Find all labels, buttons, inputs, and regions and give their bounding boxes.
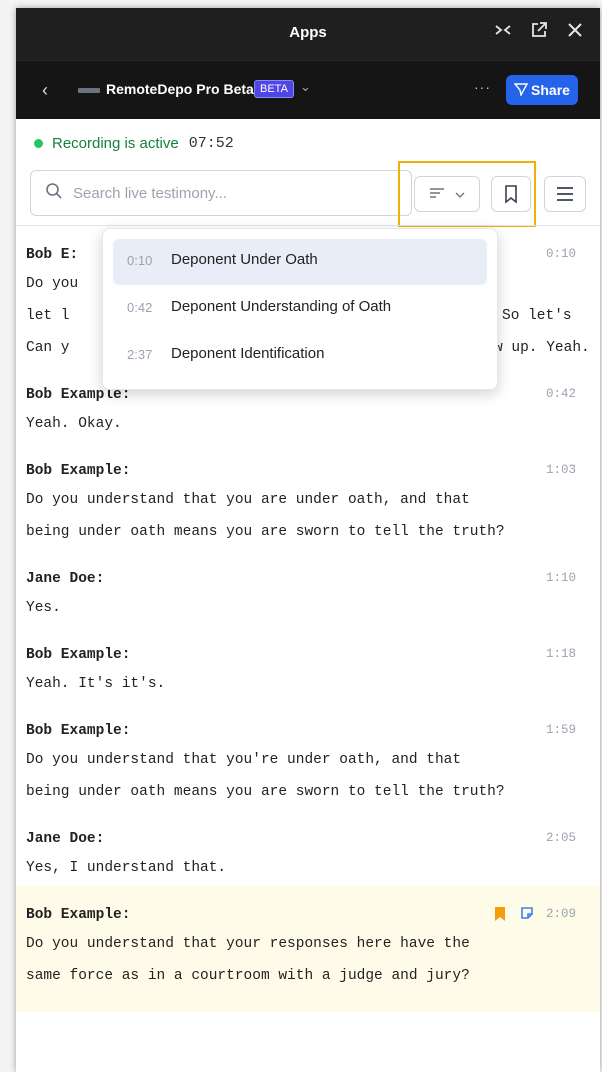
- entry-markers: [494, 906, 534, 922]
- utterance-line: Do you understand that you're under oath…: [26, 752, 462, 768]
- entry-timestamp[interactable]: 1:59: [546, 716, 576, 744]
- search-input[interactable]: [71, 179, 405, 207]
- app-name: RemoteDepo Pro Beta: [106, 81, 254, 97]
- transcript-entry[interactable]: Bob Example: 1:18 Yeah. It's it's.: [16, 626, 600, 702]
- title-bar: Apps: [16, 8, 600, 60]
- recording-dot-icon: [34, 139, 43, 148]
- transcript-entry[interactable]: Jane Doe: 1:10 Yes.: [16, 550, 600, 626]
- topic-label: Deponent Identification: [171, 345, 325, 362]
- hamburger-icon: [557, 187, 573, 201]
- close-icon[interactable]: [564, 20, 586, 42]
- bookmark-icon[interactable]: [494, 906, 506, 922]
- search-box[interactable]: [30, 170, 412, 216]
- beta-badge: BETA: [254, 80, 294, 98]
- menu-button[interactable]: [544, 176, 586, 212]
- back-icon[interactable]: ‹: [42, 80, 48, 101]
- transcript-entry[interactable]: Bob Example: 2:09 Do you understand that y…: [16, 886, 600, 1012]
- entry-timestamp[interactable]: 0:42: [546, 380, 576, 408]
- speaker-name: Bob Example:: [26, 723, 131, 739]
- apps-panel: Apps ‹ RemoteDepo Pro Beta BETA ⌄ ··· Sh…: [16, 8, 600, 1072]
- topics-list-icon: [430, 188, 445, 198]
- chevron-down-icon[interactable]: ⌄: [300, 79, 311, 95]
- utterance-line: Do you understand that your responses he…: [26, 936, 470, 952]
- utterance-line: being under oath means you are sworn to …: [26, 524, 505, 540]
- utterance-line: Yes, I understand that.: [26, 860, 227, 876]
- recording-label: Recording is active: [52, 135, 179, 152]
- entry-timestamp[interactable]: 0:10: [546, 240, 576, 268]
- utterance-line-fragment: So let's: [502, 308, 572, 324]
- bookmark-icon: [505, 185, 517, 204]
- utterance-line: Yeah. It's it's.: [26, 676, 166, 692]
- utterance-line: same force as in a courtroom with a judg…: [26, 968, 470, 984]
- search-icon: [46, 183, 62, 199]
- bookmark-button[interactable]: [491, 176, 531, 212]
- chevron-down-icon: [455, 192, 465, 198]
- recording-status: Recording is active 07:52: [34, 135, 234, 152]
- speaker-name: Jane Doe:: [26, 831, 105, 847]
- utterance-line-fragment: w up. Yeah.: [494, 340, 590, 356]
- share-button[interactable]: Share: [506, 75, 578, 105]
- utterance-line: Yes.: [26, 600, 61, 616]
- topic-item[interactable]: 2:37 Deponent Identification: [113, 333, 487, 379]
- app-logo: [78, 88, 100, 93]
- topic-time: 2:37: [127, 347, 153, 362]
- popout-icon[interactable]: [528, 20, 550, 42]
- note-icon[interactable]: [520, 906, 534, 920]
- speaker-name: Bob Example:: [26, 907, 131, 923]
- topic-time: 0:10: [127, 253, 153, 268]
- app-header: ‹ RemoteDepo Pro Beta BETA ⌄ ··· Share: [16, 60, 600, 119]
- topic-label: Deponent Understanding of Oath: [171, 298, 392, 315]
- entry-timestamp[interactable]: 1:10: [546, 564, 576, 592]
- recording-timer: 07:52: [188, 135, 234, 152]
- speaker-name: Bob Example:: [26, 647, 131, 663]
- entry-timestamp[interactable]: 1:03: [546, 456, 576, 484]
- speaker-name: Bob E:: [26, 247, 79, 263]
- transcript-entry[interactable]: Jane Doe: 2:05 Yes, I understand that.: [16, 810, 600, 886]
- transcript-entry[interactable]: Bob Example: 1:59 Do you understand that y…: [16, 702, 600, 810]
- speaker-name: Bob Example:: [26, 463, 131, 479]
- utterance-line: Do you understand that you are under oat…: [26, 492, 470, 508]
- speaker-name: Jane Doe:: [26, 571, 105, 587]
- topic-item[interactable]: 0:10 Deponent Under Oath: [113, 239, 487, 285]
- utterance-line: Yeah. Okay.: [26, 416, 122, 432]
- collapse-icon[interactable]: [492, 20, 514, 42]
- topic-label: Deponent Under Oath: [171, 251, 318, 268]
- entry-timestamp[interactable]: 1:18: [546, 640, 576, 668]
- topics-filter-button[interactable]: [414, 176, 480, 212]
- more-options-button[interactable]: ···: [474, 79, 491, 95]
- topic-item[interactable]: 0:42 Deponent Understanding of Oath: [113, 286, 487, 332]
- entry-timestamp[interactable]: 2:09: [546, 900, 576, 928]
- transcript-entry[interactable]: Bob Example: 1:03 Do you understand that y…: [16, 442, 600, 550]
- topic-time: 0:42: [127, 300, 153, 315]
- entry-timestamp[interactable]: 2:05: [546, 824, 576, 852]
- share-label: Share: [531, 82, 570, 98]
- send-icon: [513, 83, 529, 98]
- utterance-line: being under oath means you are sworn to …: [26, 784, 505, 800]
- topics-dropdown: 0:10 Deponent Under Oath 0:42 Deponent Unde…: [102, 228, 498, 390]
